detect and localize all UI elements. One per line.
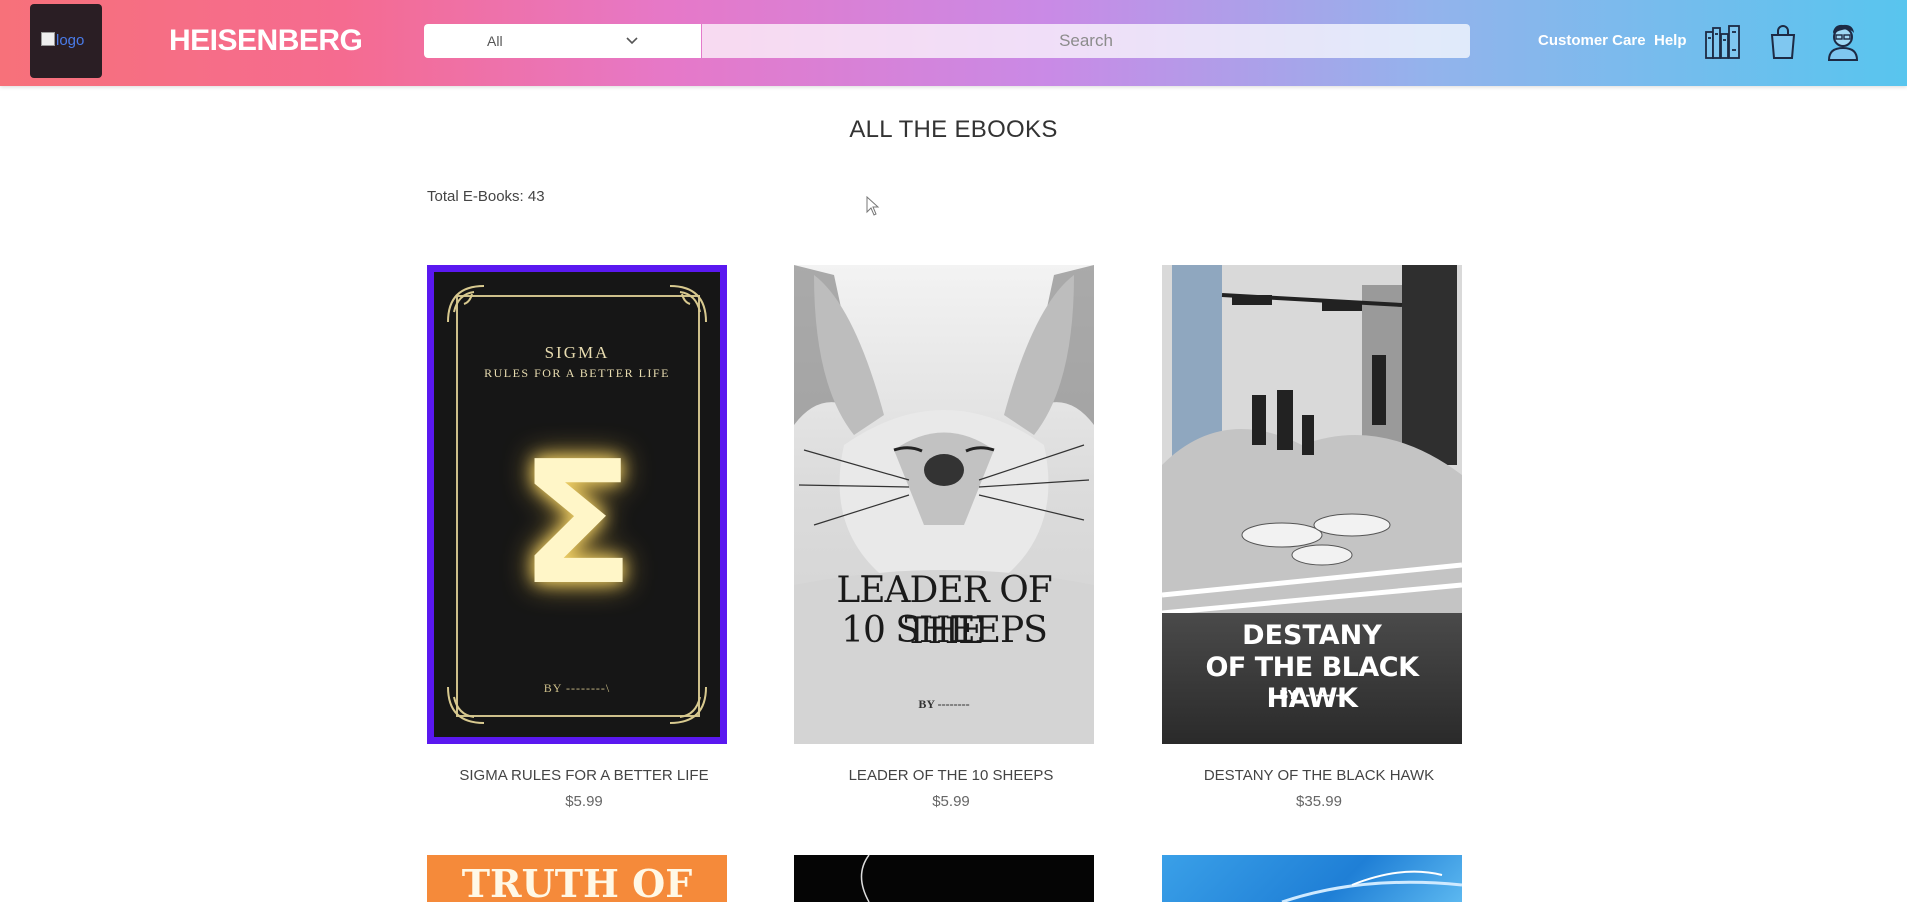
category-select[interactable]: All — [424, 24, 701, 58]
street-photo — [1162, 265, 1462, 613]
cover-author: BY --------\ — [1279, 688, 1345, 702]
cover-line1: SIGMA — [544, 343, 610, 362]
book-title[interactable]: DESTANY OF THE BLACK HAWK — [1135, 767, 1503, 784]
mouse-cursor-icon — [866, 196, 880, 216]
cover-author: BY --------\ — [543, 681, 611, 695]
user-avatar-icon[interactable] — [1825, 22, 1861, 62]
cover-line1: TRUTH OF — [461, 861, 693, 902]
book-price: $5.99 — [932, 793, 970, 810]
cover-line2: RULES FOR A BETTER LIFE — [484, 366, 670, 380]
cover-line2: 10 SHEEPS — [841, 610, 1048, 651]
cover-symbol: Σ — [518, 425, 636, 623]
book-price: $5.99 — [565, 793, 603, 810]
book-price: $35.99 — [1296, 793, 1342, 810]
book-cover-image[interactable]: LEADER OF THE 10 SHEEPS BY -------- — [794, 265, 1094, 744]
book-title[interactable]: LEADER OF THE 10 SHEEPS — [767, 767, 1135, 784]
library-icon[interactable] — [1704, 24, 1744, 60]
brand-name[interactable]: HEISENBERG — [169, 24, 363, 58]
chevron-down-icon — [626, 37, 638, 45]
book-cover-image[interactable] — [1162, 855, 1462, 902]
book-cover-image[interactable]: SIGMA RULES FOR A BETTER LIFE Σ BY -----… — [427, 265, 727, 744]
search-input[interactable] — [702, 24, 1470, 58]
shopping-bag-icon[interactable] — [1769, 24, 1797, 60]
cover-line1: DESTANY — [1242, 620, 1382, 651]
cover-art — [860, 855, 870, 902]
help-link[interactable]: Help — [1654, 32, 1687, 49]
book-card[interactable]: LEADER OF THE 10 SHEEPS BY -------- — [794, 265, 1094, 744]
book-cover-image[interactable]: DESTANY OF THE BLACK HAWK BY --------\ — [1162, 265, 1462, 744]
top-navbar: logo HEISENBERG All Customer Care Help — [0, 0, 1907, 86]
fox-illustration — [794, 265, 1094, 744]
cover-art — [1281, 870, 1462, 902]
page-title: ALL THE EBOOKS — [849, 116, 1058, 143]
book-cover-image[interactable] — [794, 855, 1094, 902]
customer-care-link[interactable]: Customer Care — [1538, 32, 1646, 49]
book-card[interactable]: SIGMA RULES FOR A BETTER LIFE Σ BY -----… — [427, 265, 727, 744]
book-cover-image[interactable]: TRUTH OF — [427, 855, 727, 902]
category-select-value: All — [487, 33, 503, 49]
total-ebooks-count: Total E-Books: 43 — [427, 188, 545, 205]
logo-broken-image: logo — [41, 32, 84, 49]
cover-line2: OF THE BLACK HAWK — [1205, 652, 1419, 714]
logo[interactable]: logo — [30, 4, 102, 78]
book-card[interactable]: DESTANY OF THE BLACK HAWK BY --------\ — [1162, 265, 1462, 744]
book-title[interactable]: SIGMA RULES FOR A BETTER LIFE — [400, 767, 768, 784]
cover-author: BY -------- — [918, 697, 970, 711]
